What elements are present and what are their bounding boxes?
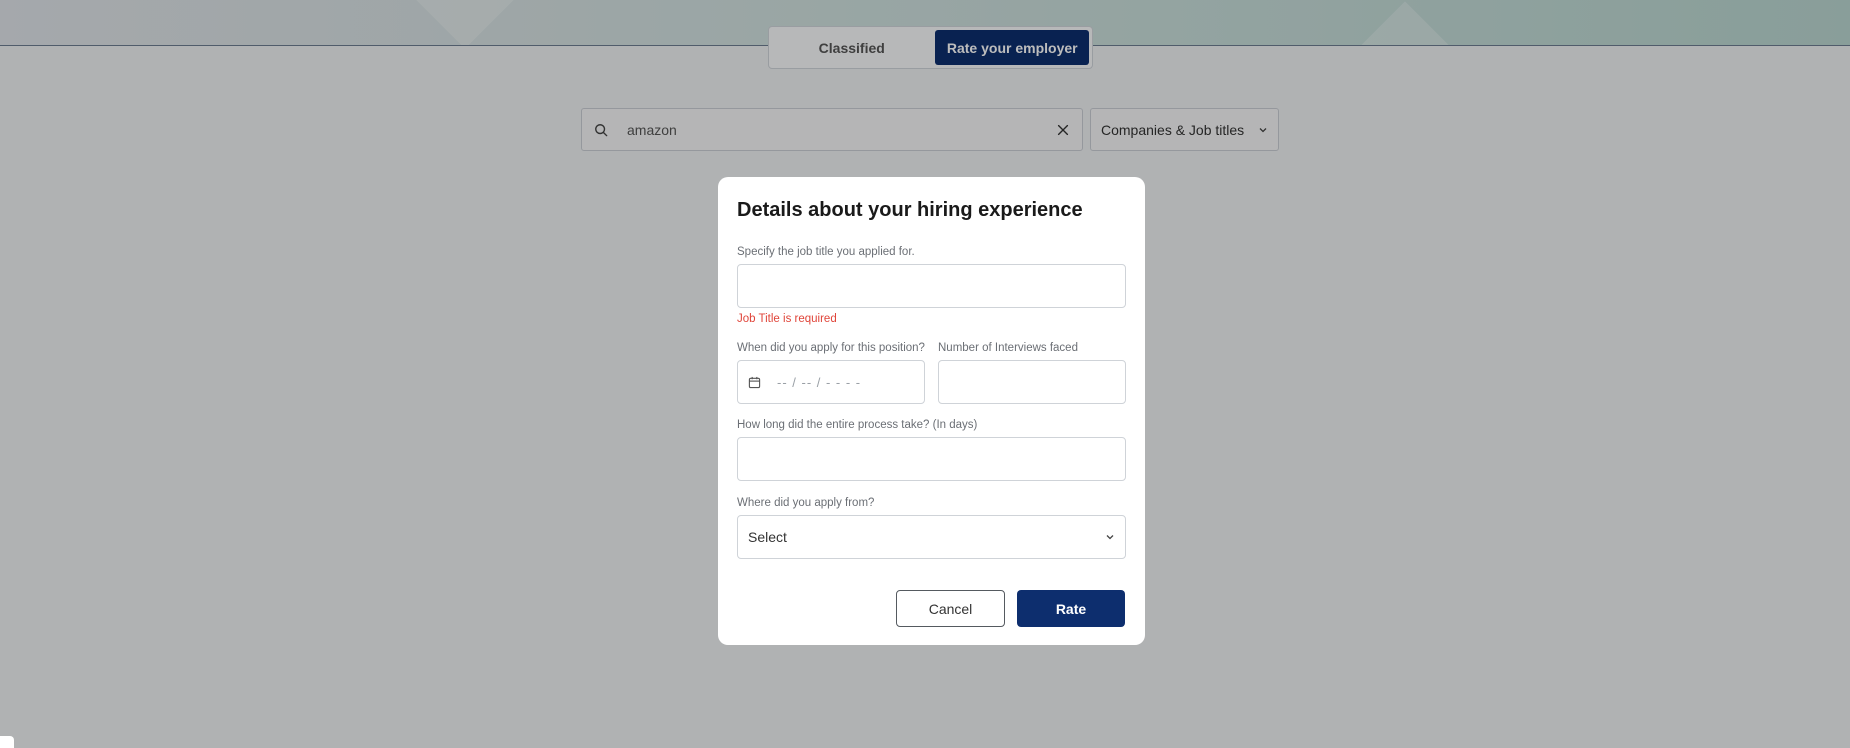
chevron-down-icon bbox=[1106, 535, 1114, 540]
modal-title: Details about your hiring experience bbox=[737, 199, 1083, 221]
job-title-label: Specify the job title you applied for. bbox=[737, 246, 915, 258]
job-title-error: Job Title is required bbox=[737, 313, 837, 325]
calendar-icon bbox=[748, 376, 761, 388]
process-length-input[interactable] bbox=[737, 437, 1126, 481]
process-length-label: How long did the entire process take? (I… bbox=[737, 419, 978, 431]
page: Classified Rate your employer amazon Com… bbox=[0, 0, 1850, 748]
interviews-label: Number of Interviews faced bbox=[938, 342, 1078, 354]
apply-date-input[interactable]: -- / -- / - - - - bbox=[737, 360, 925, 404]
corner-widget bbox=[0, 736, 14, 748]
apply-from-label: Where did you apply from? bbox=[737, 497, 875, 509]
rate-button[interactable]: Rate bbox=[1017, 590, 1125, 627]
apply-from-value: Select bbox=[748, 529, 787, 545]
job-title-input[interactable] bbox=[737, 264, 1126, 308]
apply-date-placeholder: -- / -- / - - - - bbox=[777, 374, 862, 390]
interviews-input[interactable] bbox=[938, 360, 1126, 404]
cancel-button[interactable]: Cancel bbox=[896, 590, 1005, 627]
apply-from-select[interactable]: Select bbox=[737, 515, 1126, 559]
apply-date-label: When did you apply for this position? bbox=[737, 342, 925, 354]
